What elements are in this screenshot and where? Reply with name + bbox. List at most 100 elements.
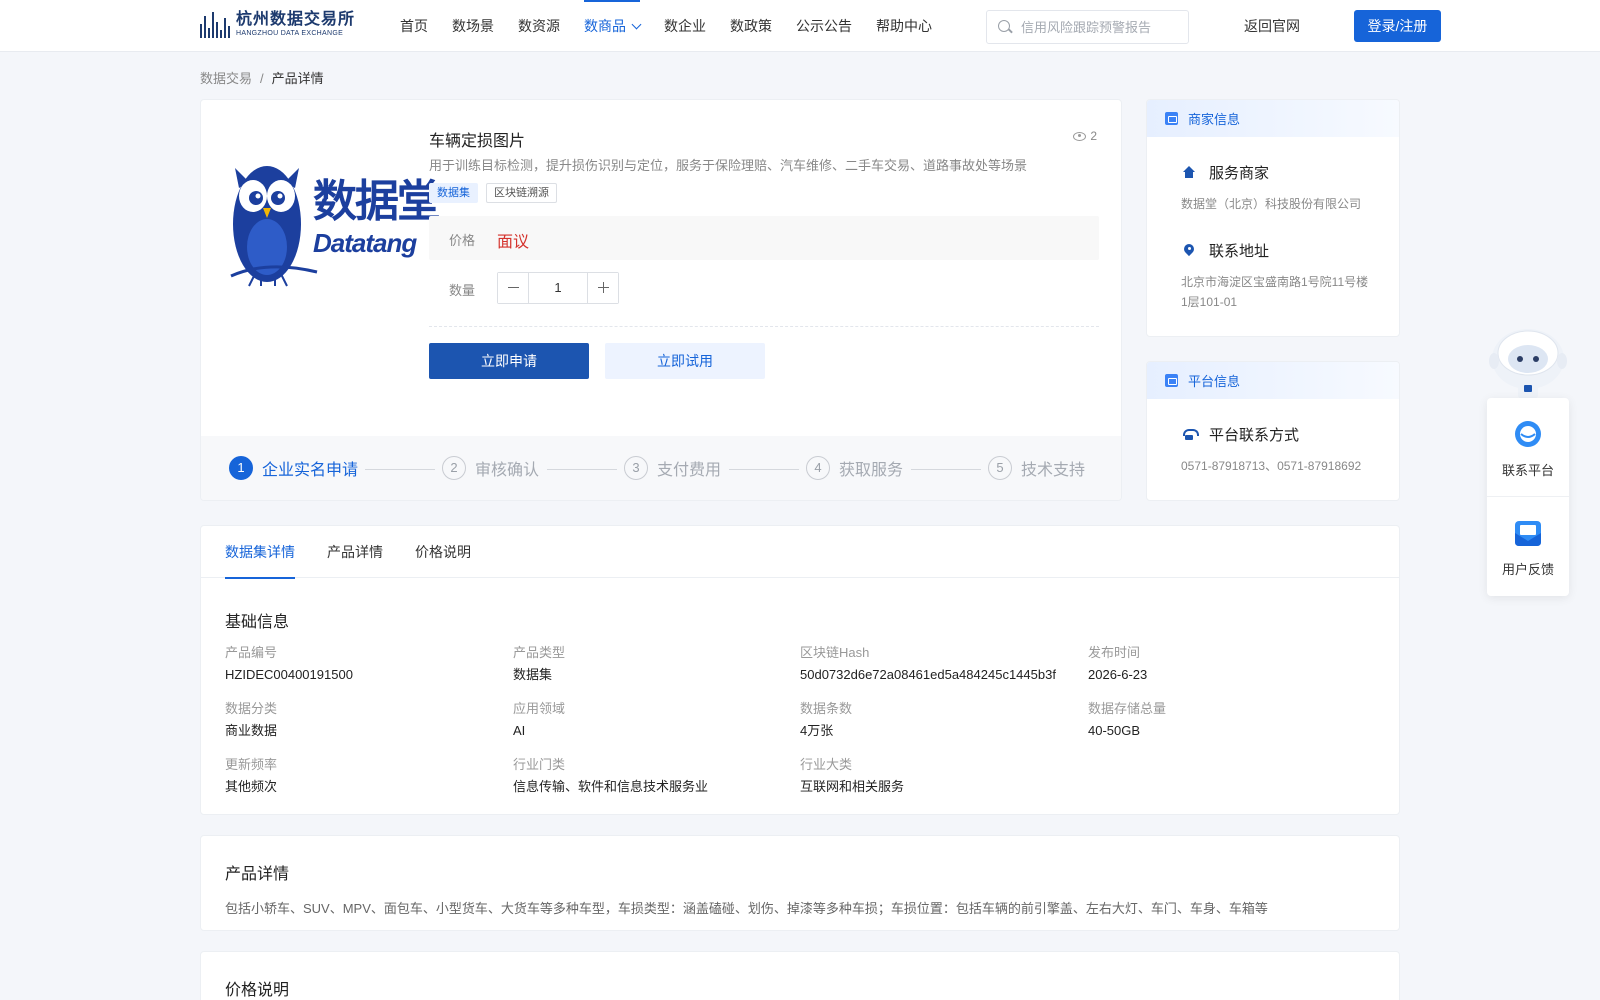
- step-connector: [547, 469, 617, 470]
- platform-info-card: 平台信息 平台联系方式 0571-87918713、0571-87918692: [1146, 361, 1400, 501]
- view-count-value: 2: [1090, 129, 1097, 143]
- nav-resources[interactable]: 数资源: [518, 0, 560, 52]
- view-count: 2: [1073, 129, 1097, 143]
- merchant-info-card: 商家信息 服务商家 数据堂（北京）科技股份有限公司 联系地址 北京市海淀区宝盛南…: [1146, 99, 1400, 337]
- tab-product-detail[interactable]: 产品详情: [327, 526, 383, 578]
- platform-info-title: 平台信息: [1188, 374, 1241, 389]
- field-value: 信息传输、软件和信息技术服务业: [513, 779, 709, 794]
- step-connector: [911, 469, 981, 470]
- step-3-label: 支付费用: [657, 462, 722, 479]
- assistant-robot-icon[interactable]: [1488, 323, 1568, 399]
- detail-tabs: 数据集详情 产品详情 价格说明: [201, 526, 1399, 579]
- site-logo[interactable]: 杭州数据交易所 HANGZHOU DATA EXCHANGE: [200, 9, 362, 41]
- contact-address-label: 联系地址: [1209, 243, 1270, 260]
- nav-enterprises[interactable]: 数企业: [664, 0, 706, 52]
- tab-price-note[interactable]: 价格说明: [415, 526, 471, 578]
- field-value: 50d0732d6e72a08461ed5a484245c1445b3f: [800, 667, 1056, 682]
- breadcrumb: 数据交易 / 产品详情: [200, 68, 324, 87]
- store-icon: [1165, 112, 1178, 125]
- tag-dataset: 数据集: [429, 183, 478, 203]
- dashed-divider: [429, 326, 1099, 327]
- mail-feedback-icon: [1515, 521, 1541, 546]
- main-nav: 首页 数场景 数资源 数商品 数企业 数政策 公示公告 帮助中心: [400, 0, 956, 52]
- step-2: 2 审核确认: [442, 456, 539, 480]
- field-industry-sector: 行业门类信息传输、软件和信息技术服务业: [513, 757, 783, 795]
- field-value: 商业数据: [225, 723, 278, 738]
- top-header: 杭州数据交易所 HANGZHOU DATA EXCHANGE 首页 数场景 数资…: [0, 0, 1600, 52]
- nav-products[interactable]: 数商品: [584, 0, 642, 52]
- field-value: 互联网和相关服务: [800, 779, 905, 794]
- user-feedback-button[interactable]: 用户反馈: [1487, 497, 1569, 596]
- breadcrumb-data-trade[interactable]: 数据交易: [200, 71, 252, 86]
- field-value: 其他频次: [225, 779, 278, 794]
- logo-text-en: Datatang: [313, 228, 417, 258]
- tag-blockchain: 区块链溯源: [486, 183, 557, 203]
- field-label: 产品类型: [513, 645, 566, 660]
- product-detail-card: 产品详情 包括小轿车、SUV、MPV、面包车、小型货车、大货车等多种车型，车损类…: [200, 835, 1400, 931]
- product-title: 车辆定损图片: [429, 133, 526, 150]
- field-update-frequency: 更新频率 其他频次: [225, 757, 495, 795]
- merchant-info-header: 商家信息: [1147, 100, 1399, 137]
- field-label: 行业门类: [513, 757, 566, 772]
- phone-icon: [1181, 427, 1199, 443]
- platform-contact-label: 平台联系方式: [1209, 427, 1300, 444]
- step-3: 3 支付费用: [624, 456, 721, 480]
- platform-contact-row: 平台联系方式: [1181, 424, 1299, 445]
- field-data-category: 数据分类 商业数据: [225, 701, 495, 739]
- field-label: 区块链Hash: [800, 645, 870, 660]
- field-product-code: 产品编号 HZIDEC00400191500: [225, 645, 495, 683]
- step-connector: [365, 469, 435, 470]
- step-connector: [729, 469, 799, 470]
- logo-bars-icon: [200, 12, 230, 38]
- basic-info-title: 基础信息: [225, 614, 290, 631]
- price-label: 价格: [449, 233, 476, 248]
- quantity-value[interactable]: 1: [529, 273, 587, 303]
- field-application-area: 应用领域 AI: [513, 701, 783, 739]
- field-label: 数据分类: [225, 701, 278, 716]
- contact-platform-button[interactable]: 联系平台: [1487, 398, 1569, 497]
- contact-platform-label: 联系平台: [1501, 463, 1554, 478]
- nav-home[interactable]: 首页: [400, 0, 428, 52]
- search-icon[interactable]: [997, 19, 1013, 35]
- product-card: 数据堂 Datatang 车辆定损图片 2 用于训练目标检测，提升损伤识别与定位…: [200, 99, 1122, 501]
- step-4-number: 4: [806, 456, 830, 480]
- merchant-info-title: 商家信息: [1188, 112, 1241, 127]
- quantity-minus-button[interactable]: [498, 273, 529, 303]
- step-3-number: 3: [624, 456, 648, 480]
- quantity-plus-button[interactable]: [587, 273, 618, 303]
- step-2-label: 审核确认: [475, 462, 540, 479]
- try-now-button[interactable]: 立即试用: [605, 343, 765, 379]
- nav-policies[interactable]: 数政策: [730, 0, 772, 52]
- eye-icon: [1073, 131, 1087, 141]
- nav-announcements[interactable]: 公示公告: [796, 0, 852, 52]
- step-4-label: 获取服务: [839, 462, 904, 479]
- contact-address-value: 北京市海淀区宝盛南路1号院11号楼1层101-01: [1181, 275, 1369, 309]
- field-label: 数据条数: [800, 701, 853, 716]
- field-industry-major: 行业大类 互联网和相关服务: [800, 757, 1070, 795]
- nav-scenes[interactable]: 数场景: [452, 0, 494, 52]
- tab-dataset-detail[interactable]: 数据集详情: [225, 526, 295, 579]
- field-publish-date: 发布时间 2026-6-23: [1088, 645, 1358, 683]
- process-steps: 1 企业实名申请 2 审核确认 3 支付费用 4 获取服务 5 技术支持: [201, 436, 1121, 500]
- contact-address-row: 联系地址: [1181, 240, 1269, 261]
- location-pin-icon: [1181, 243, 1197, 259]
- nav-products-label: 数商品: [584, 18, 626, 34]
- login-register-button[interactable]: 登录/注册: [1354, 10, 1441, 42]
- price-value: 面议: [497, 234, 530, 251]
- field-value: 40-50GB: [1088, 723, 1141, 738]
- field-product-type: 产品类型 数据集: [513, 645, 783, 683]
- back-to-site-link[interactable]: 返回官网: [1244, 0, 1300, 52]
- home-icon: [1181, 165, 1197, 181]
- nav-help[interactable]: 帮助中心: [876, 0, 932, 52]
- field-label: 应用领域: [513, 701, 566, 716]
- dataset-detail-card: 数据集详情 产品详情 价格说明 基础信息 产品编号 HZIDEC004001915…: [200, 525, 1400, 815]
- service-merchant-row: 服务商家: [1181, 162, 1269, 183]
- headset-icon: [1515, 421, 1541, 447]
- apply-now-button[interactable]: 立即申请: [429, 343, 589, 379]
- logo-text-cn: 数据堂: [313, 177, 441, 226]
- search-input[interactable]: [1021, 19, 1181, 35]
- field-value: 2026-6-23: [1088, 667, 1148, 682]
- field-value: AI: [513, 723, 526, 738]
- platform-info-header: 平台信息: [1147, 362, 1399, 399]
- product-detail-title: 产品详情: [225, 866, 290, 883]
